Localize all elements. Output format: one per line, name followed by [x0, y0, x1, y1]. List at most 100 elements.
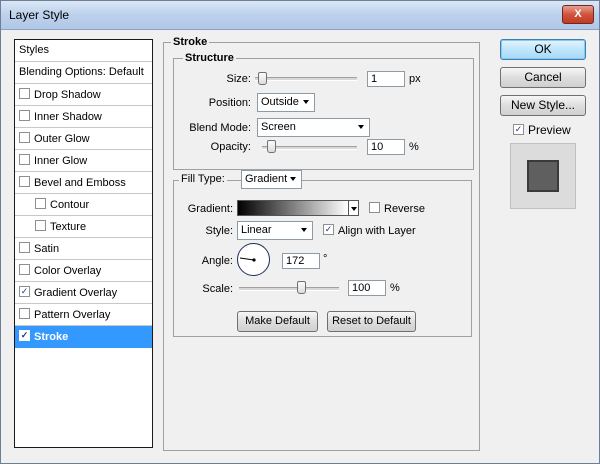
new-style-button[interactable]: New Style...	[500, 95, 586, 116]
chevron-down-icon	[301, 228, 307, 232]
style-item-label: Drop Shadow	[19, 88, 101, 101]
style-item-checkbox[interactable]	[19, 242, 30, 253]
layer-style-dialog: Layer Style X Styles Blending Options: D…	[0, 0, 600, 464]
stroke-group-title: Stroke	[171, 36, 210, 48]
style-item-checkbox[interactable]	[19, 330, 30, 341]
fill-type-dropdown[interactable]: Gradient	[241, 170, 302, 189]
gradient-label: Gradient:	[187, 203, 233, 215]
chevron-down-icon	[303, 100, 309, 104]
reset-to-default-button[interactable]: Reset to Default	[327, 311, 416, 332]
angle-input[interactable]: 172	[282, 253, 320, 269]
style-item-checkbox[interactable]	[19, 110, 30, 121]
reverse-checkbox-wrap[interactable]: Reverse	[369, 202, 425, 215]
position-dropdown[interactable]: Outside	[257, 93, 315, 112]
style-item-gradient-overlay[interactable]: Gradient Overlay	[15, 282, 152, 304]
cancel-button[interactable]: Cancel	[500, 67, 586, 88]
close-button[interactable]: X	[562, 5, 594, 24]
position-value: Outside	[261, 96, 299, 108]
window-title: Layer Style	[9, 8, 70, 22]
style-item-checkbox[interactable]	[35, 198, 46, 209]
style-item-checkbox[interactable]	[19, 132, 30, 143]
blending-options-label: Blending Options: Default	[19, 66, 144, 78]
fill-type-value: Gradient	[245, 173, 288, 185]
opacity-unit: %	[409, 141, 419, 153]
size-unit: px	[409, 73, 421, 85]
styles-header[interactable]: Styles	[15, 40, 152, 62]
gradient-swatch[interactable]	[237, 200, 349, 216]
scale-label: Scale:	[202, 283, 233, 295]
style-item-inner-glow[interactable]: Inner Glow	[15, 150, 152, 172]
style-item-label: Texture	[35, 220, 86, 233]
reverse-label: Reverse	[384, 203, 425, 215]
reverse-checkbox[interactable]	[369, 202, 380, 213]
style-item-label: Stroke	[19, 330, 68, 343]
chevron-down-icon	[358, 125, 364, 129]
style-item-stroke[interactable]: Stroke	[15, 326, 152, 348]
style-value: Linear	[241, 224, 272, 236]
styles-list: Styles Blending Options: Default Drop Sh…	[14, 39, 153, 448]
style-item-inner-shadow[interactable]: Inner Shadow	[15, 106, 152, 128]
style-item-text: Drop Shadow	[34, 89, 101, 101]
style-item-contour[interactable]: Contour	[15, 194, 152, 216]
scale-slider-thumb[interactable]	[297, 281, 306, 294]
dialog-body: Styles Blending Options: Default Drop Sh…	[7, 34, 593, 457]
fill-type-label: Fill Type:	[179, 173, 227, 185]
make-default-button[interactable]: Make Default	[237, 311, 318, 332]
style-item-text: Inner Glow	[34, 155, 88, 167]
style-item-satin[interactable]: Satin	[15, 238, 152, 260]
style-item-label: Satin	[19, 242, 59, 255]
style-item-checkbox[interactable]	[19, 88, 30, 99]
style-item-outer-glow[interactable]: Outer Glow	[15, 128, 152, 150]
blending-options-item[interactable]: Blending Options: Default	[15, 62, 152, 84]
scale-unit: %	[390, 282, 400, 294]
preview-checkbox-wrap[interactable]: Preview	[513, 123, 571, 137]
style-item-label: Inner Glow	[19, 154, 87, 167]
align-layer-label: Align with Layer	[338, 225, 416, 237]
size-slider-track[interactable]	[255, 77, 357, 81]
style-item-color-overlay[interactable]: Color Overlay	[15, 260, 152, 282]
preview-checkbox[interactable]	[513, 124, 524, 135]
style-label: Style:	[205, 225, 233, 237]
size-input[interactable]: 1	[367, 71, 405, 87]
style-item-checkbox[interactable]	[19, 286, 30, 297]
gradient-dropdown-arrow[interactable]	[348, 200, 359, 216]
align-layer-checkbox-wrap[interactable]: Align with Layer	[323, 224, 416, 237]
style-item-checkbox[interactable]	[19, 176, 30, 187]
angle-dial[interactable]	[237, 243, 270, 276]
opacity-label: Opacity:	[210, 141, 251, 153]
style-item-label: Inner Shadow	[19, 110, 102, 123]
style-item-drop-shadow[interactable]: Drop Shadow	[15, 84, 152, 106]
style-item-bevel-and-emboss[interactable]: Bevel and Emboss	[15, 172, 152, 194]
align-layer-checkbox[interactable]	[323, 224, 334, 235]
angle-unit: °	[323, 253, 328, 265]
styles-header-label: Styles	[19, 44, 49, 56]
style-item-text: Pattern Overlay	[34, 309, 111, 321]
style-item-text: Bevel and Emboss	[34, 177, 126, 189]
style-item-text: Stroke	[34, 331, 69, 343]
style-item-checkbox[interactable]	[19, 154, 30, 165]
opacity-input[interactable]: 10	[367, 139, 405, 155]
style-item-label: Pattern Overlay	[19, 308, 110, 321]
style-item-texture[interactable]: Texture	[15, 216, 152, 238]
style-item-text: Outer Glow	[34, 133, 90, 145]
style-item-label: Gradient Overlay	[19, 286, 117, 299]
style-item-checkbox[interactable]	[19, 264, 30, 275]
style-item-checkbox[interactable]	[19, 308, 30, 319]
blend-mode-dropdown[interactable]: Screen	[257, 118, 370, 137]
size-slider-thumb[interactable]	[258, 72, 267, 85]
style-item-label: Outer Glow	[19, 132, 90, 145]
scale-slider-track[interactable]	[239, 287, 339, 291]
blend-mode-value: Screen	[261, 121, 296, 133]
style-item-checkbox[interactable]	[35, 220, 46, 231]
scale-input[interactable]: 100	[348, 280, 386, 296]
style-dropdown[interactable]: Linear	[237, 221, 313, 240]
preview-swatch	[527, 160, 559, 192]
position-label: Position:	[208, 97, 251, 109]
opacity-slider-thumb[interactable]	[267, 140, 276, 153]
style-item-label: Color Overlay	[19, 264, 101, 277]
preview-label: Preview	[528, 123, 571, 137]
opacity-slider-track[interactable]	[262, 146, 357, 150]
style-item-pattern-overlay[interactable]: Pattern Overlay	[15, 304, 152, 326]
ok-button[interactable]: OK	[500, 39, 586, 60]
title-bar: Layer Style X	[1, 1, 599, 30]
